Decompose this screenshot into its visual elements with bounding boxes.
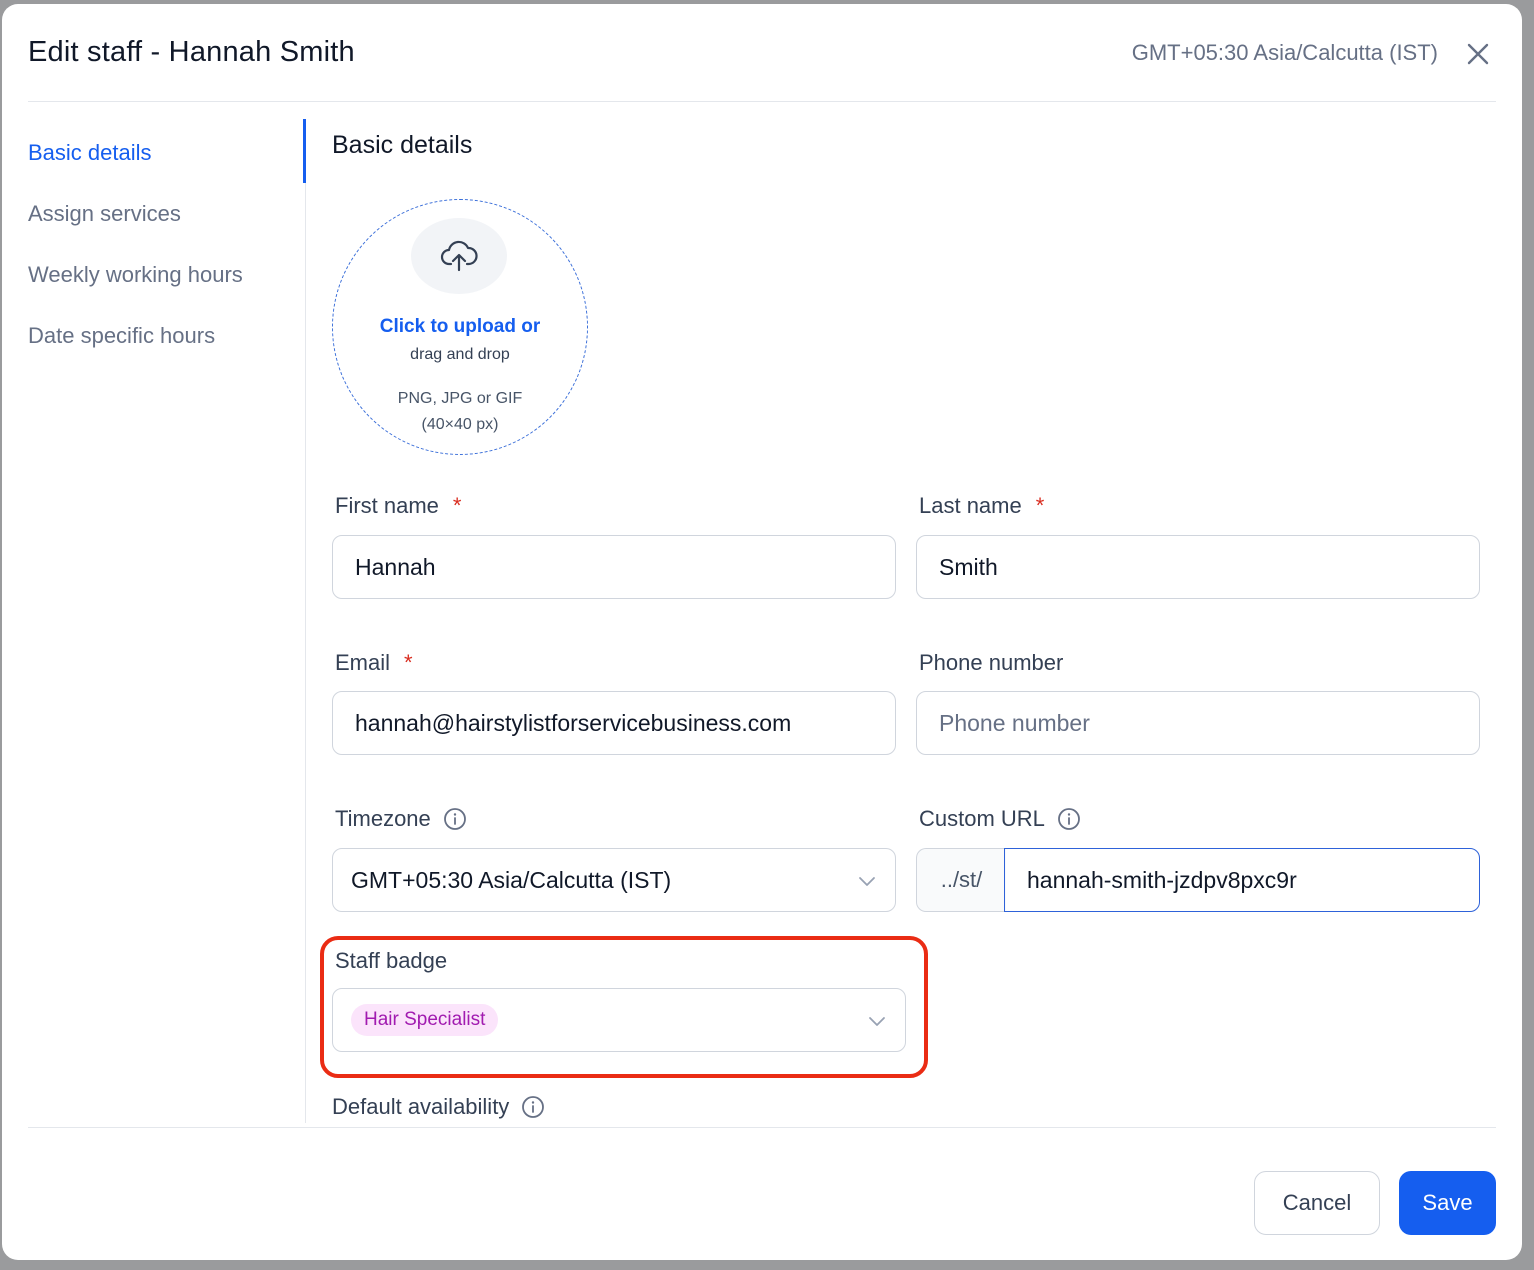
sidebar-item-date-specific-hours[interactable]: Date specific hours — [28, 305, 304, 366]
email-input[interactable]: hannah@hairstylistforservicebusiness.com — [332, 691, 896, 755]
staff-badge-label-text: Staff badge — [335, 948, 448, 973]
sidebar-item-weekly-working-hours[interactable]: Weekly working hours — [28, 244, 304, 305]
default-availability-label: Default availability — [332, 1094, 545, 1120]
custom-url-prefix: ../st/ — [916, 848, 1006, 912]
custom-url-label: Custom URL — [919, 806, 1081, 832]
required-marker: * — [404, 650, 413, 675]
timezone-select[interactable]: GMT+05:30 Asia/Calcutta (IST) — [332, 848, 896, 912]
email-label-text: Email — [335, 650, 391, 675]
phone-label: Phone number — [919, 650, 1063, 676]
timezone-label: Timezone — [335, 806, 467, 832]
modal-header: Edit staff - Hannah Smith GMT+05:30 Asia… — [28, 4, 1496, 102]
staff-badge-label: Staff badge — [335, 948, 447, 974]
active-nav-indicator — [303, 119, 306, 183]
close-icon — [1467, 43, 1489, 65]
first-name-label-text: First name — [335, 493, 439, 518]
sidebar-item-basic-details[interactable]: Basic details — [28, 122, 304, 183]
info-icon[interactable] — [1057, 807, 1081, 831]
staff-badge-chip: Hair Specialist — [351, 1004, 499, 1036]
close-button[interactable] — [1460, 36, 1496, 72]
upload-formats: PNG, JPG or GIF — [397, 390, 523, 407]
custom-url-label-text: Custom URL — [919, 806, 1045, 831]
staff-badge-select[interactable]: Hair Specialist — [332, 988, 906, 1052]
phone-input[interactable]: Phone number — [916, 691, 1480, 755]
first-name-label: First name * — [335, 493, 461, 519]
upload-format-hint: PNG, JPG or GIF (40×40 px) — [333, 386, 587, 438]
sidebar-item-assign-services[interactable]: Assign services — [28, 183, 304, 244]
chevron-down-icon — [859, 877, 875, 886]
last-name-label: Last name * — [919, 493, 1044, 519]
last-name-label-text: Last name — [919, 493, 1022, 518]
custom-url-input[interactable]: hannah-smith-jzdpv8pxc9r — [1004, 848, 1480, 912]
chevron-down-icon — [869, 1017, 885, 1026]
header-timezone: GMT+05:30 Asia/Calcutta (IST) — [1131, 40, 1438, 65]
phone-label-text: Phone number — [919, 650, 1064, 675]
avatar-upload-dropzone[interactable]: Click to upload or drag and drop PNG, JP… — [332, 199, 588, 455]
cancel-button[interactable]: Cancel — [1254, 1171, 1380, 1235]
modal-title: Edit staff - Hannah Smith — [28, 36, 355, 68]
last-name-input[interactable]: Smith — [916, 535, 1480, 599]
timezone-value: GMT+05:30 Asia/Calcutta (IST) — [351, 866, 672, 893]
info-icon[interactable] — [521, 1095, 545, 1119]
info-icon[interactable] — [443, 807, 467, 831]
sidebar-nav: Basic details Assign services Weekly wor… — [28, 122, 304, 366]
upload-link[interactable]: Click to upload or — [333, 316, 587, 338]
required-marker: * — [1035, 493, 1045, 518]
timezone-label-text: Timezone — [335, 806, 431, 831]
upload-icon-container — [411, 218, 507, 294]
upload-drag-text: drag and drop — [410, 346, 510, 363]
email-label: Email * — [335, 650, 413, 676]
save-button[interactable]: Save — [1399, 1171, 1496, 1235]
default-availability-label-text: Default availability — [332, 1094, 510, 1119]
edit-staff-modal: Edit staff - Hannah Smith GMT+05:30 Asia… — [2, 4, 1522, 1260]
upload-size: (40×40 px) — [421, 416, 499, 433]
sidebar-divider — [305, 119, 306, 1123]
section-title: Basic details — [332, 131, 473, 159]
required-marker: * — [452, 493, 462, 518]
first-name-input[interactable]: Hannah — [332, 535, 896, 599]
cloud-upload-icon — [440, 240, 478, 272]
footer-divider — [28, 1127, 1496, 1128]
